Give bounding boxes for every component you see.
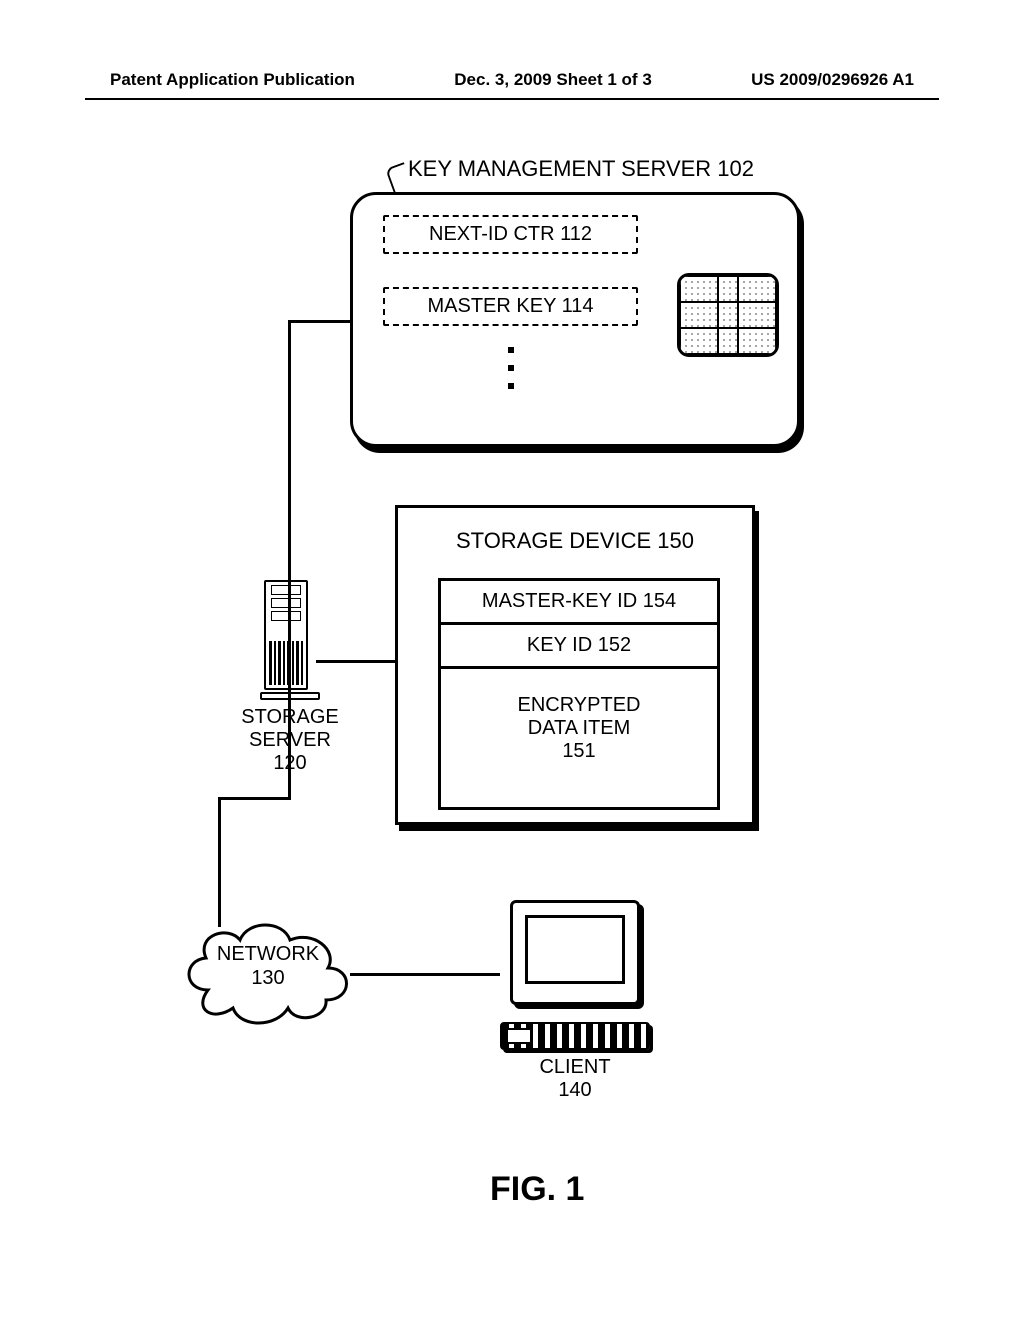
key-id-cell: KEY ID 152 xyxy=(441,622,717,666)
kms-title: KEY MANAGEMENT SERVER 102 xyxy=(408,156,754,182)
page-header: Patent Application Publication Dec. 3, 2… xyxy=(0,70,1024,90)
card-chip-icon xyxy=(677,273,779,357)
kms-card: NEXT-ID CTR 112 MASTER KEY 114 xyxy=(350,192,800,447)
client: CLIENT 140 xyxy=(490,900,660,1102)
network-cloud: NETWORK 130 xyxy=(178,910,358,1030)
ellipsis-dot xyxy=(508,365,514,371)
storage-device: STORAGE DEVICE 150 MASTER-KEY ID 154 KEY… xyxy=(395,505,755,825)
connector xyxy=(218,797,291,800)
cloud-icon: NETWORK 130 xyxy=(178,910,358,1030)
encrypted-data-cell: ENCRYPTED DATA ITEM 151 xyxy=(441,666,717,788)
header-right: US 2009/0296926 A1 xyxy=(751,70,914,90)
diagram: KEY MANAGEMENT SERVER 102 NEXT-ID CTR 11… xyxy=(0,140,1024,1200)
connector xyxy=(316,660,396,663)
header-left: Patent Application Publication xyxy=(110,70,355,90)
storage-device-title: STORAGE DEVICE 150 xyxy=(398,508,752,554)
ellipsis-dot xyxy=(508,347,514,353)
header-rule xyxy=(85,98,939,100)
connector xyxy=(218,797,221,927)
master-key-box: MASTER KEY 114 xyxy=(383,287,638,326)
header-center: Dec. 3, 2009 Sheet 1 of 3 xyxy=(454,70,652,90)
connector xyxy=(350,973,500,976)
client-label: CLIENT 140 xyxy=(490,1056,660,1102)
storage-device-inner: MASTER-KEY ID 154 KEY ID 152 ENCRYPTED D… xyxy=(438,578,720,810)
ellipsis-dot xyxy=(508,383,514,389)
next-id-box: NEXT-ID CTR 112 xyxy=(383,215,638,254)
network-label: NETWORK 130 xyxy=(178,942,358,990)
figure-label: FIG. 1 xyxy=(490,1170,584,1209)
monitor-icon xyxy=(500,900,650,1050)
mk-id-cell: MASTER-KEY ID 154 xyxy=(441,581,717,622)
connector xyxy=(288,320,291,800)
connector xyxy=(288,320,350,323)
